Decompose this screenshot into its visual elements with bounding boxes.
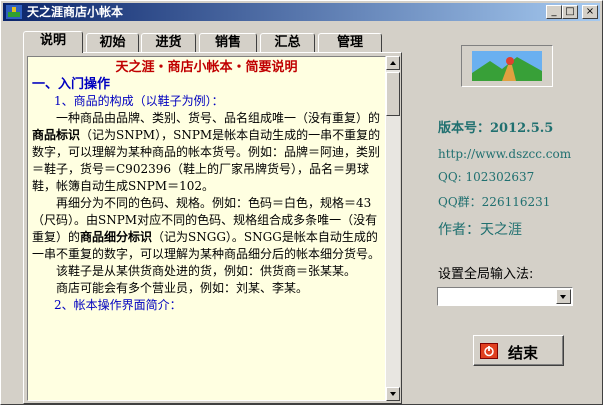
highlight-term: 商品细分标识 — [80, 230, 153, 244]
qq-group-text: QQ群：226116231 — [438, 195, 551, 209]
paragraph: 商店可能会有多个营业员，例如：刘某、李某。 — [56, 281, 309, 295]
tab-shuoming[interactable]: 说明 — [23, 31, 83, 53]
highlight-term: 商品标识 — [32, 128, 81, 142]
tab-huizong[interactable]: 汇总 — [260, 33, 315, 52]
input-method-select[interactable] — [437, 287, 573, 306]
scroll-thumb[interactable] — [386, 72, 400, 116]
tab-jinhuo[interactable]: 进货 — [141, 33, 196, 52]
landscape-icon — [472, 51, 542, 81]
qq-text: QQ: 102302637 — [438, 170, 535, 184]
scroll-up-button[interactable] — [386, 56, 400, 70]
vertical-scrollbar[interactable] — [386, 56, 400, 401]
scroll-down-button[interactable] — [386, 387, 400, 401]
logo-picture — [461, 45, 553, 87]
paragraph: 一种商品由品牌、类别、货号、品名组成唯一（没有重复）的商品标识（记为SNPM），… — [32, 111, 381, 193]
tab-guanli[interactable]: 管理 — [318, 33, 382, 52]
up-arrow-icon — [390, 61, 396, 65]
version-text: 版本号：2012.5.5 — [438, 121, 554, 136]
chevron-down-icon — [560, 295, 566, 299]
website-link[interactable]: http://www.dszcc.com — [438, 147, 571, 161]
main-window: 天之涯商店小帐本 _ □ × 说明 初始 进货 销售 汇总 管理 天之涯・商店小… — [0, 0, 603, 405]
window-title: 天之涯商店小帐本 — [27, 5, 124, 19]
author-text: 作者：天之涯 — [438, 222, 522, 238]
title-bar[interactable]: 天之涯商店小帐本 _ □ × — [3, 3, 600, 21]
tab-chushi[interactable]: 初始 — [86, 33, 139, 52]
paragraph: 再细分为不同的色码、规格。例如：色码＝白色，规格＝43（尺码）。由SNPM对应不… — [32, 196, 381, 261]
paragraph: 该鞋子是从某供货商处进的货，例如：供货商＝张某某。 — [56, 264, 357, 278]
exit-label: 结束 — [508, 344, 539, 362]
tab-xiaoshou[interactable]: 销售 — [199, 33, 257, 52]
doc-title: 天之涯・商店小帐本・简要说明 — [115, 60, 298, 75]
app-icon — [6, 5, 22, 19]
minimize-button[interactable]: _ — [546, 5, 562, 19]
instructions-text[interactable]: 天之涯・商店小帐本・简要说明 一、入门操作 1、商品的构成（以鞋子为例）： 一种… — [27, 56, 386, 401]
tab-panel: 天之涯・商店小帐本・简要说明 一、入门操作 1、商品的构成（以鞋子为例）： 一种… — [23, 52, 402, 404]
section-heading: 一、入门操作 — [32, 77, 111, 92]
subsection-heading: 1、商品的构成（以鞋子为例）： — [54, 94, 224, 108]
dropdown-button[interactable] — [556, 289, 571, 304]
exit-button[interactable]: 结束 — [473, 335, 564, 366]
subsection-heading: 2、帐本操作界面简介： — [54, 298, 182, 312]
maximize-button[interactable]: □ — [562, 5, 578, 19]
down-arrow-icon — [390, 392, 396, 396]
power-icon — [480, 343, 498, 359]
input-method-label: 设置全局输入法: — [438, 267, 534, 282]
close-button[interactable]: × — [582, 5, 598, 19]
